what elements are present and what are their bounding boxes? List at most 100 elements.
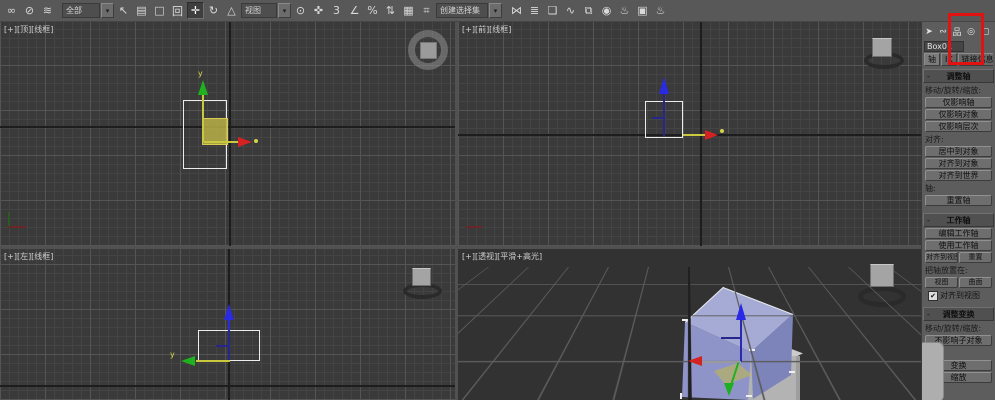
select-and-scale-icon[interactable]: △ (223, 2, 240, 19)
gizmo-x-arrow[interactable] (238, 137, 252, 147)
red-highlight-annotation (948, 13, 984, 65)
gizmo-x-arrow[interactable] (688, 356, 702, 366)
rollout-working-pivot[interactable]: - 工作轴 (923, 213, 994, 227)
axis-x-dot (720, 129, 724, 133)
snap-toggle-3d-icon[interactable]: 3 (328, 2, 345, 19)
render-production-icon[interactable]: ♨ (652, 2, 669, 19)
reset-pivot-button[interactable]: 重置轴 (925, 195, 992, 206)
angle-snap-icon[interactable]: ∠ (346, 2, 363, 19)
select-and-link-icon[interactable]: ∞ (3, 2, 20, 19)
affect-object-only-button[interactable]: 仅影响对象 (925, 109, 992, 120)
bind-to-space-warp-icon[interactable]: ≋ (39, 2, 56, 19)
viewcube-front[interactable] (872, 38, 892, 57)
render-setup-icon[interactable]: ♨ (616, 2, 633, 19)
affect-hierarchy-only-button[interactable]: 仅影响层次 (925, 121, 992, 132)
gizmo-x-shaft[interactable] (204, 141, 238, 143)
viewport-perspective-label[interactable]: [+][透视][平滑+高光] (462, 251, 542, 262)
viewcube-perspective-disc (858, 286, 906, 307)
select-and-move-icon[interactable]: ✛ (187, 2, 204, 19)
gizmo-z-shaft-bright[interactable] (228, 320, 230, 330)
move-rotate-scale-label: 移动/旋转/缩放: (925, 323, 995, 334)
gizmo-z-arrow[interactable] (736, 303, 746, 320)
select-by-name-icon[interactable]: ▤ (133, 2, 150, 19)
viewport-left-label[interactable]: [+][左][线框] (4, 251, 53, 262)
selection-filter-dropdown[interactable]: 全部 (62, 3, 100, 18)
edit-named-selection-sets-icon[interactable]: ▦ (400, 2, 417, 19)
subtab-pivot[interactable]: 轴 (924, 53, 940, 66)
move-rotate-scale-label: 移动/旋转/缩放: (925, 85, 995, 96)
viewport-front-label[interactable]: [+][前][线框] (462, 24, 511, 35)
named-selection-sets-dropdown[interactable]: 创建选择集 (436, 3, 488, 18)
affect-pivot-only-button[interactable]: 仅影响轴 (925, 97, 992, 108)
use-pivot-point-center-icon[interactable]: ⊙ (292, 2, 309, 19)
gizmo-z-arrow[interactable] (224, 304, 234, 320)
viewport-left[interactable]: [+][左][线框] y (0, 249, 455, 400)
use-working-pivot-button[interactable]: 使用工作轴 (925, 240, 992, 251)
align-to-view-button[interactable]: 对齐到视图 (925, 252, 958, 263)
manage-layers-icon[interactable]: ❏ (544, 2, 561, 19)
view-button[interactable]: 视图 (925, 277, 958, 288)
align-to-view-checkbox[interactable]: ✔ (928, 291, 938, 301)
viewcube-left[interactable] (412, 268, 431, 286)
align-to-object-button[interactable]: 对齐到对象 (925, 158, 992, 169)
grid-origin-vertical (229, 22, 231, 246)
rollout-working-pivot-title: 工作轴 (947, 215, 971, 226)
unlink-selection-icon[interactable]: ⊘ (21, 2, 38, 19)
gizmo-x-shaft[interactable] (683, 134, 705, 136)
collapse-icon[interactable]: - (927, 216, 930, 225)
gizmo-x-shaft[interactable] (701, 361, 741, 363)
select-object-icon[interactable]: ↖ (115, 2, 132, 19)
schematic-view-icon[interactable]: ⧉ (580, 2, 597, 19)
gizmo-y-arrow[interactable] (724, 383, 734, 396)
axis-x-dot (254, 139, 258, 143)
collapse-icon[interactable]: - (927, 310, 930, 319)
rollout-adjust-pivot[interactable]: - 调整轴 (923, 69, 994, 83)
center-to-object-button[interactable]: 居中到对象 (925, 146, 992, 157)
gizmo-y-arrow[interactable] (181, 356, 195, 366)
viewport-top[interactable]: [+][顶][线框] y (0, 22, 455, 246)
axis-y-label: y (198, 69, 203, 78)
grid-origin-horizontal (0, 385, 455, 387)
gizmo-z-shaft[interactable] (740, 320, 742, 362)
mirror-icon[interactable]: ⋈ (508, 2, 525, 19)
gizmo-y-arrow[interactable] (198, 80, 208, 95)
gizmo-z-arrow[interactable] (659, 77, 669, 94)
selection-corner-tick (682, 319, 688, 321)
viewport-perspective[interactable]: [+][透视][平滑+高光] (458, 249, 921, 400)
reference-coordinate-dropdown[interactable]: 视图 (241, 3, 277, 18)
align-to-world-button[interactable]: 对齐到世界 (925, 170, 992, 181)
surface-button[interactable]: 曲面 (959, 277, 992, 288)
spinner-snap-icon[interactable]: ⇅ (382, 2, 399, 19)
reference-coordinate-arrow-icon[interactable]: ▾ (278, 3, 291, 18)
rollout-adjust-transform[interactable]: - 调整变换 (923, 307, 994, 321)
align-icon[interactable]: ≣ (526, 2, 543, 19)
gizmo-y-shaft[interactable] (202, 95, 204, 142)
window-crossing-icon[interactable]: 回 (169, 2, 186, 19)
select-and-rotate-icon[interactable]: ↻ (205, 2, 222, 19)
select-and-manipulate-icon[interactable]: ✜ (310, 2, 327, 19)
viewport-front[interactable]: [+][前][线框] (458, 22, 921, 246)
gizmo-z-shaft[interactable] (663, 94, 665, 136)
edit-working-pivot-button[interactable]: 编辑工作轴 (925, 228, 992, 239)
keyboard-shortcut-override-icon[interactable]: ⌗ (418, 2, 435, 19)
collapse-icon[interactable]: - (927, 72, 930, 81)
material-editor-icon[interactable]: ◉ (598, 2, 615, 19)
named-selection-sets-arrow-icon[interactable]: ▾ (489, 3, 502, 18)
rendered-frame-window-icon[interactable]: ▣ (634, 2, 651, 19)
selection-filter-arrow-icon[interactable]: ▾ (101, 3, 114, 18)
viewport-top-label[interactable]: [+][顶][线框] (4, 24, 53, 35)
curve-editor-icon[interactable]: ∿ (562, 2, 579, 19)
rectangular-selection-region-icon[interactable]: □ (151, 2, 168, 19)
viewcube-top-face[interactable] (420, 42, 437, 59)
gizmo-x-arrow[interactable] (705, 130, 718, 140)
gizmo-z-shaft[interactable] (228, 330, 230, 361)
gizmo-y-shaft[interactable] (196, 360, 230, 362)
viewcube-top[interactable] (408, 30, 448, 70)
panel-scrollbar-thumb[interactable] (921, 342, 944, 400)
percent-snap-icon[interactable]: % (364, 2, 381, 19)
viewcube-perspective[interactable] (870, 264, 894, 287)
create-tab-icon[interactable]: ➤ (923, 24, 935, 39)
align-label: 对齐: (925, 134, 995, 145)
selection-corner-tick (749, 349, 755, 351)
reset-button[interactable]: 重置 (959, 252, 992, 263)
